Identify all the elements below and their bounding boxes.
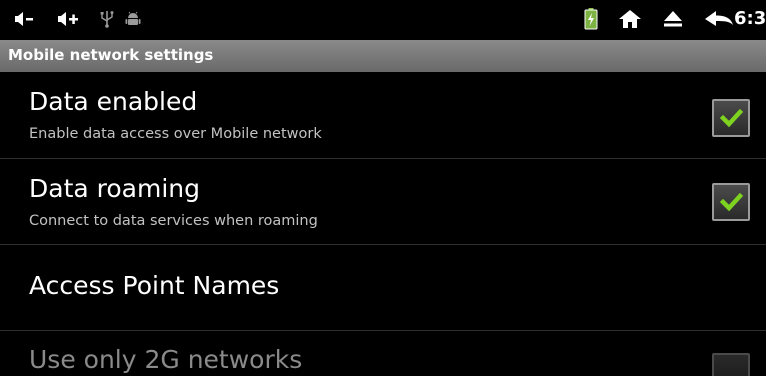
data-enabled-checkbox[interactable] — [712, 99, 750, 137]
preference-summary: Connect to data services when roaming — [29, 213, 318, 229]
preference-use-only-2g[interactable]: Use only 2G networks — [0, 331, 766, 376]
volume-up-icon[interactable] — [56, 0, 82, 38]
use-only-2g-checkbox[interactable] — [712, 353, 750, 376]
android-debug-icon — [124, 0, 142, 38]
preference-title: Data roaming — [29, 174, 200, 203]
title-bar: Mobile network settings — [0, 40, 766, 72]
battery-charging-icon — [582, 0, 600, 38]
usb-icon — [98, 0, 116, 38]
data-roaming-checkbox[interactable] — [712, 183, 750, 221]
checkmark-icon — [719, 108, 744, 128]
page-title: Mobile network settings — [8, 46, 214, 64]
status-bar: 6:39 — [0, 0, 766, 38]
preference-title: Data enabled — [29, 87, 198, 116]
preference-data-roaming[interactable]: Data roaming Connect to data services wh… — [0, 159, 766, 244]
preference-access-point-names[interactable]: Access Point Names — [0, 245, 766, 330]
preference-data-enabled[interactable]: Data enabled Enable data access over Mob… — [0, 72, 766, 158]
clock: 6:39 — [734, 8, 766, 29]
checkmark-icon — [719, 192, 744, 212]
preference-summary: Enable data access over Mobile network — [29, 126, 322, 142]
preference-title: Use only 2G networks — [29, 345, 303, 374]
home-icon[interactable] — [618, 0, 642, 38]
volume-down-icon[interactable] — [14, 0, 36, 38]
back-icon[interactable] — [704, 0, 734, 38]
preference-title: Access Point Names — [29, 271, 280, 300]
eject-icon[interactable] — [662, 0, 684, 38]
